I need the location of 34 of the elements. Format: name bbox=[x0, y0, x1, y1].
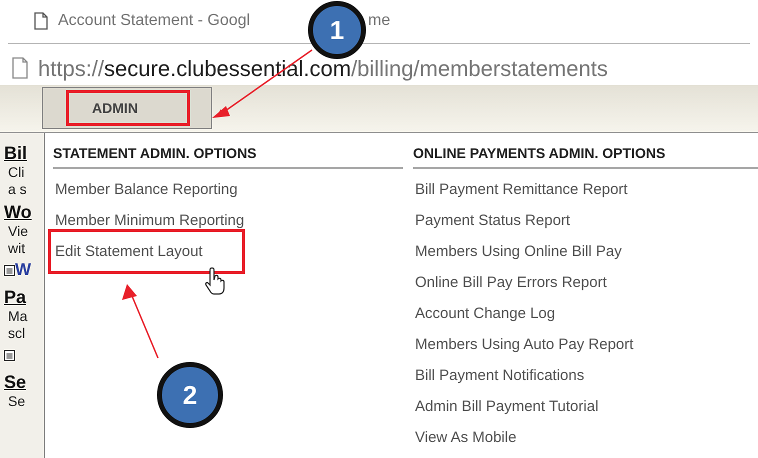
menu-item[interactable]: Bill Payment Notifications bbox=[415, 365, 584, 388]
description-text: a s bbox=[7, 181, 28, 198]
description-text: Se bbox=[7, 393, 26, 410]
section-heading: Wo bbox=[4, 201, 33, 223]
description-text: wit bbox=[7, 240, 26, 257]
description-text: scl bbox=[7, 325, 26, 342]
menu-item[interactable]: Member Balance Reporting bbox=[55, 179, 238, 202]
menu-item[interactable]: Members Using Auto Pay Report bbox=[415, 334, 634, 356]
menu-item[interactable]: Admin Bill Payment Tutorial bbox=[415, 396, 598, 418]
menu-item[interactable]: Online Bill Pay Errors Report bbox=[415, 272, 607, 294]
description-text: Ma bbox=[7, 308, 28, 325]
menu-item[interactable]: Members Using Online Bill Pay bbox=[415, 241, 622, 264]
menu-item[interactable]: Member Minimum Reporting bbox=[55, 210, 244, 232]
menu-item[interactable]: Edit Statement Layout bbox=[55, 241, 203, 264]
window-title: Account Statement - Googl bbox=[58, 12, 250, 30]
callout-badge: 1 bbox=[308, 1, 366, 59]
column-heading: STATEMENT ADMIN. OPTIONS bbox=[53, 143, 403, 169]
description-text: Cli bbox=[7, 164, 26, 181]
document-icon bbox=[4, 350, 15, 360]
menu-item[interactable]: Payment Status Report bbox=[415, 210, 570, 232]
window-title: me bbox=[368, 11, 390, 32]
menu-item[interactable]: Bill Payment Remittance Report bbox=[415, 179, 628, 202]
section-heading: Pa bbox=[4, 286, 28, 308]
page-icon bbox=[34, 12, 48, 30]
hand-cursor-icon bbox=[205, 267, 225, 295]
menu-item[interactable]: Account Change Log bbox=[415, 303, 556, 326]
link[interactable]: W bbox=[15, 257, 32, 283]
description-text: Vie bbox=[7, 223, 29, 240]
page-icon bbox=[12, 57, 28, 80]
section-heading: Bil bbox=[4, 142, 28, 164]
section-heading: Se bbox=[4, 371, 28, 393]
document-icon bbox=[4, 264, 15, 276]
column-heading: ONLINE PAYMENTS ADMIN. OPTIONS bbox=[413, 143, 758, 169]
menu-item[interactable]: View As Mobile bbox=[415, 427, 516, 450]
